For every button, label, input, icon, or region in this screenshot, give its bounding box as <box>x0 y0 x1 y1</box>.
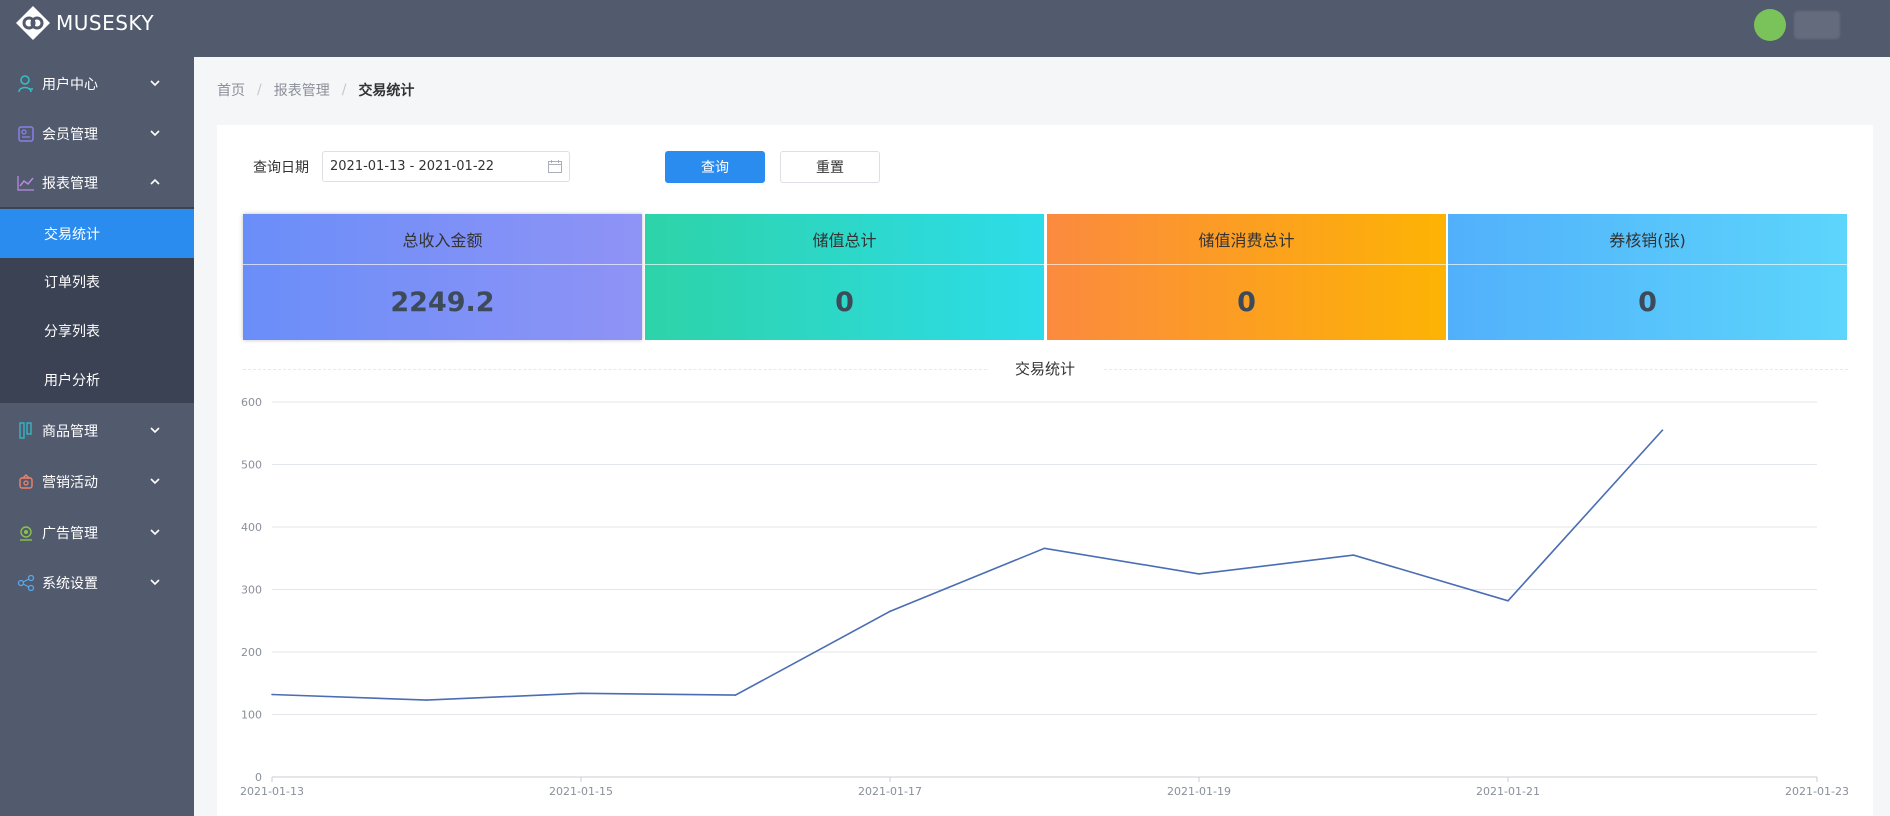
y-tick-label: 200 <box>241 646 262 659</box>
marketing-icon <box>16 472 36 492</box>
sidebar-item-marketing[interactable]: 营销活动 <box>0 457 194 507</box>
date-range-value: 2021-01-13 - 2021-01-22 <box>330 159 495 174</box>
stat-title: 储值总计 <box>645 214 1044 265</box>
breadcrumb-separator: / <box>341 82 347 98</box>
member-card-icon <box>16 124 36 144</box>
data-point <box>580 692 582 695</box>
sidebar-item-member[interactable]: 会员管理 <box>0 109 194 159</box>
data-point <box>1198 573 1200 575</box>
logo-icon <box>16 6 50 40</box>
sidebar-item-label: 用户中心 <box>42 77 98 93</box>
chevron-down-icon <box>150 130 160 137</box>
sidebar-item-label: 报表管理 <box>42 176 98 192</box>
y-tick-label: 600 <box>241 396 262 409</box>
stat-card-total-income: 总收入金额 2249.2 <box>243 214 642 340</box>
breadcrumb-home[interactable]: 首页 <box>217 80 245 100</box>
query-button[interactable]: 查询 <box>665 151 765 183</box>
data-point <box>889 610 891 613</box>
data-point <box>1507 599 1509 602</box>
stat-title: 券核销(张) <box>1448 214 1847 265</box>
y-tick-label: 500 <box>241 459 262 472</box>
goods-icon <box>16 421 36 441</box>
data-point <box>1352 554 1355 556</box>
reports-submenu: 交易统计 订单列表 分享列表 用户分析 <box>0 207 194 403</box>
y-tick-label: 0 <box>255 771 262 784</box>
line-chart-icon <box>16 173 36 193</box>
sidebar-item-ads[interactable]: 广告管理 <box>0 508 194 558</box>
top-bar: MUSESKY <box>0 0 1890 57</box>
x-tick-label: 2021-01-19 <box>1167 785 1231 798</box>
x-tick-label: 2021-01-17 <box>858 785 922 798</box>
x-tick-label: 2021-01-21 <box>1476 785 1540 798</box>
avatar[interactable] <box>1754 9 1786 41</box>
sidebar-subitem-orders[interactable]: 订单列表 <box>0 257 194 306</box>
sidebar-item-settings[interactable]: 系统设置 <box>0 558 194 608</box>
y-tick-label: 100 <box>241 709 262 722</box>
breadcrumb-separator: / <box>257 82 262 98</box>
sidebar-subitem-trade-stats[interactable]: 交易统计 <box>0 209 194 258</box>
chevron-down-icon <box>150 529 160 536</box>
data-point <box>734 694 737 696</box>
stat-title: 总收入金额 <box>243 214 642 265</box>
stat-card-coupon-redeemed: 券核销(张) 0 <box>1448 214 1847 340</box>
username-blurred[interactable] <box>1794 11 1840 39</box>
chevron-up-icon <box>150 178 160 185</box>
chart-title: 交易统计 <box>988 358 1102 380</box>
chevron-down-icon <box>150 80 160 87</box>
sidebar-item-reports[interactable]: 报表管理 <box>0 158 194 208</box>
chevron-down-icon <box>150 478 160 485</box>
x-tick-label: 2021-01-13 <box>240 785 304 798</box>
line-chart: 0 100 200 300 400 500 600 2021-01-13 2021-01-15 2… <box>240 396 1849 798</box>
stat-value: 0 <box>835 287 854 318</box>
stat-title: 储值消费总计 <box>1047 214 1446 265</box>
breadcrumb-current: 交易统计 <box>358 83 415 99</box>
data-point <box>1043 547 1046 550</box>
calendar-icon[interactable] <box>548 160 562 173</box>
ad-icon <box>16 523 36 543</box>
breadcrumb: 首页 / 报表管理 / 交易统计 <box>217 80 414 100</box>
sidebar-subitem-label: 用户分析 <box>44 372 100 389</box>
x-tick-label: 2021-01-23 <box>1785 785 1849 798</box>
stat-value: 0 <box>1237 287 1256 318</box>
data-point <box>271 693 273 696</box>
brand-name: MUSESKY <box>56 11 155 35</box>
stat-value: 2249.2 <box>390 287 495 318</box>
sidebar-subitem-label: 订单列表 <box>44 274 100 291</box>
brand-logo[interactable]: MUSESKY <box>14 4 154 42</box>
reset-button[interactable]: 重置 <box>780 151 880 183</box>
series-line <box>271 429 1664 701</box>
chevron-down-icon <box>150 427 160 434</box>
sidebar-item-label: 系统设置 <box>42 576 98 592</box>
sidebar-item-label: 广告管理 <box>42 526 98 542</box>
sidebar-item-label: 商品管理 <box>42 424 98 440</box>
y-tick-label: 300 <box>241 584 262 597</box>
sidebar-item-label: 营销活动 <box>42 475 98 491</box>
date-range-picker[interactable]: 2021-01-13 - 2021-01-22 <box>322 151 570 182</box>
stat-card-stored-total: 储值总计 0 <box>645 214 1044 340</box>
breadcrumb-section[interactable]: 报表管理 <box>274 80 330 100</box>
sidebar: 用户中心 会员管理 报表管理 交易统计 订单列表 分享列表 用户分析 商品管理 … <box>0 57 194 816</box>
user-icon <box>16 74 36 94</box>
sidebar-item-label: 会员管理 <box>42 127 98 143</box>
sidebar-subitem-shares[interactable]: 分享列表 <box>0 306 194 355</box>
chevron-down-icon <box>150 579 160 586</box>
sidebar-subitem-user-analysis[interactable]: 用户分析 <box>0 355 194 404</box>
data-point <box>1661 429 1664 431</box>
stat-card-stored-consumption: 储值消费总计 0 <box>1047 214 1446 340</box>
x-tick-label: 2021-01-15 <box>549 785 613 798</box>
sidebar-subitem-label: 交易统计 <box>44 226 100 243</box>
date-filter-label: 查询日期 <box>253 160 309 176</box>
sidebar-item-user-center[interactable]: 用户中心 <box>0 59 194 109</box>
stat-value: 0 <box>1638 287 1657 318</box>
y-tick-label: 400 <box>241 521 262 534</box>
sidebar-item-goods[interactable]: 商品管理 <box>0 406 194 456</box>
settings-share-icon <box>16 573 36 593</box>
data-point <box>425 699 428 701</box>
sidebar-subitem-label: 分享列表 <box>44 323 100 340</box>
